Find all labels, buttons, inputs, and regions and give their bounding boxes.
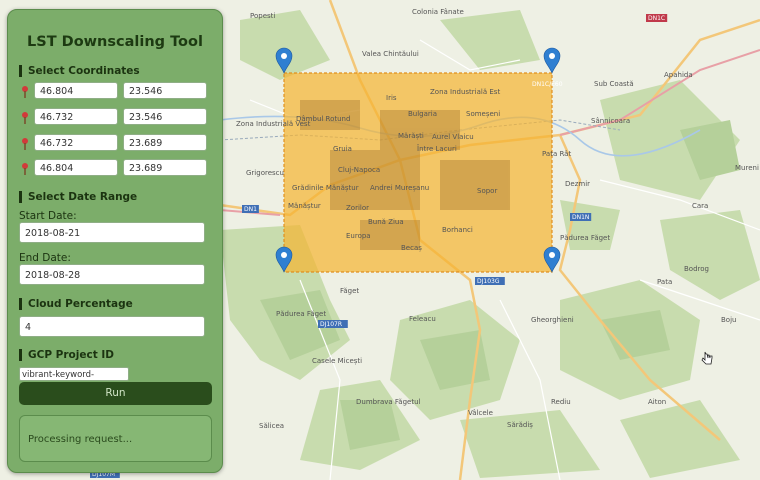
map-place-label: Boju [721,316,736,324]
latitude-input[interactable]: 46.804 [34,82,118,99]
map-place-label: Rediu [551,398,571,406]
map-pin-icon [19,84,31,98]
road-label: DJ107R [318,320,348,328]
map-place-label: Sopor [477,187,497,195]
map-place-label: Dâmbul Rotund [296,115,350,123]
end-date-input[interactable]: 2018-08-28 [19,264,205,285]
map-place-label: Andrei Mureșanu [370,184,429,192]
gcp-project-input[interactable]: vibrant-keyword-447315-i0 [19,367,129,394]
map-pin-icon [19,161,31,175]
map-place-label: Gheorghieni [531,316,574,324]
map-place-label: Mănăștur [288,202,321,210]
map-place-label: Cluj-Napoca [338,166,380,174]
road-label: DN1N [570,213,592,221]
road-label: DN1 [242,205,259,213]
map-place-label: Gruia [333,145,352,153]
start-date-input[interactable]: 2018-08-21 [19,222,205,243]
map-place-label: Pata [657,278,672,286]
map-place-label: Borhanci [442,226,473,234]
panel-title: LST Downscaling Tool [27,34,203,50]
end-date-label: End Date: [19,252,71,264]
control-panel: LST Downscaling Tool Select Coordinates … [7,9,223,473]
map-place-label: Sărădiș [507,421,533,429]
map-place-label: Sânnicoara [591,117,630,125]
map-place-label: Casele Micești [312,357,362,365]
date-heading: Select Date Range [19,191,137,203]
map-place-label: Bulgaria [408,110,437,118]
svg-text:DN1C/E60: DN1C/E60 [532,81,563,88]
map-place-label: Bodrog [684,265,709,273]
map-place-label: Popesti [250,12,275,20]
latitude-input[interactable]: 46.732 [34,108,118,125]
map-place-label: Făget [340,287,359,295]
map-place-label: Dezmir [565,180,590,188]
svg-text:DN1: DN1 [244,206,257,213]
map-place-label: Feleacu [409,315,436,323]
gcp-heading: GCP Project ID [19,349,114,361]
coords-heading: Select Coordinates [19,65,140,77]
svg-text:DN1N: DN1N [572,214,589,221]
map-place-label: Grădinile Mănăștur [292,184,359,192]
map-place-label: Colonia Fânate [412,8,464,16]
map-place-label: Someșeni [466,110,500,118]
map-place-label: Dumbrava Făgetul [356,398,421,406]
map-place-label: Pata Rât [542,150,571,158]
map-place-label: Sălicea [259,422,284,430]
svg-text:DJ107R: DJ107R [320,321,342,328]
map-place-label: Mărăști [398,132,424,140]
map-place-label: Zorilor [346,204,369,212]
road-label: DJ103G [475,277,505,285]
map-place-label: Sub Coastă [594,80,634,88]
map-place-label: Europa [346,232,371,240]
latitude-input[interactable]: 46.732 [34,134,118,151]
map-place-label: Zona Industrială Est [430,88,500,96]
map-pin-icon [19,136,31,150]
map-place-label: Pădurea Făget [276,310,326,318]
longitude-input[interactable]: 23.689 [123,134,207,151]
map-place-label: Iris [386,94,397,102]
longitude-input[interactable]: 23.546 [123,82,207,99]
map-place-label: Apahida [664,71,693,79]
status-box: Processing request... [19,415,212,462]
map-place-label: Pădurea Făget [560,234,610,242]
map-place-label: Becaș [401,244,422,252]
map-place-label: Aiton [648,398,666,406]
map-place-label: Grigorescu [246,169,284,177]
map-pin-icon [19,110,31,124]
map-place-label: Aurel Vlaicu [432,133,474,141]
map-place-label: Între Lacuri [417,144,457,153]
start-date-label: Start Date: [19,210,77,222]
cloud-heading: Cloud Percentage [19,298,133,310]
longitude-input[interactable]: 23.546 [123,108,207,125]
latitude-input[interactable]: 46.804 [34,159,118,176]
map-place-label: Mureni [735,164,759,172]
map-place-label: Cara [692,202,708,210]
road-label: DN1C/E60 [532,81,563,88]
longitude-input[interactable]: 23.689 [123,159,207,176]
svg-text:DJ103G: DJ103G [477,278,500,285]
road-label: DN1C [646,14,668,22]
svg-text:DN1C: DN1C [648,15,665,22]
map-place-label: Valea Chintăului [362,50,419,58]
map-place-label: Vâlcele [468,409,493,417]
map-place-label: Bună Ziua [368,218,404,226]
run-button[interactable]: Run [19,382,212,405]
cloud-percentage-input[interactable]: 4 [19,316,205,337]
